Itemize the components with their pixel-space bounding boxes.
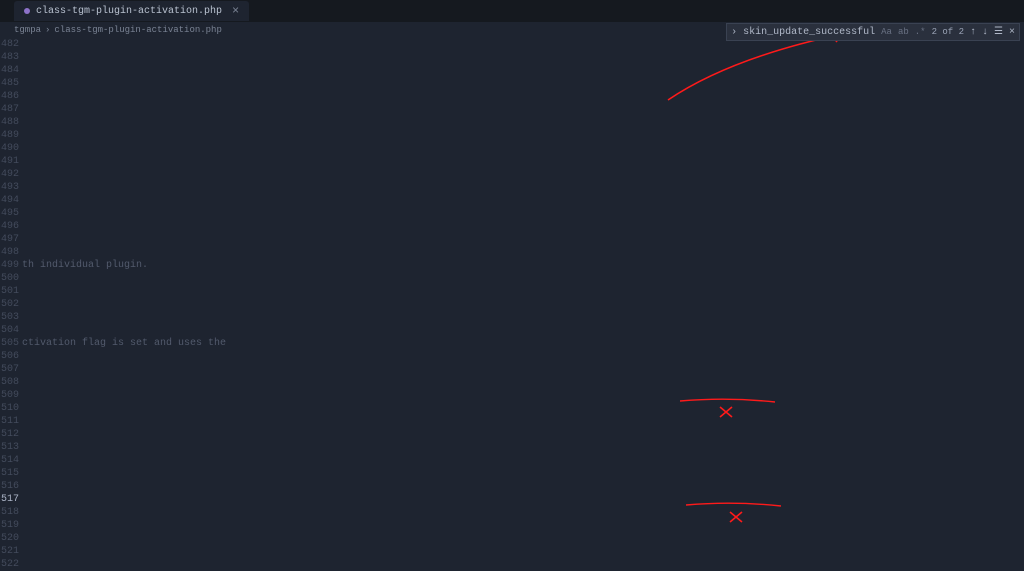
find-in-selection-icon[interactable]: ☰ [994, 26, 1003, 38]
close-icon[interactable]: × [232, 4, 239, 18]
match-word-toggle[interactable]: ab [898, 27, 909, 37]
close-icon[interactable]: × [1009, 27, 1015, 38]
modified-dot-icon [24, 8, 30, 14]
regex-toggle[interactable]: .* [915, 27, 926, 37]
find-widget[interactable]: › skin_update_successful Aa ab .* 2 of 2… [726, 23, 1020, 41]
tab-bar: class-tgm-plugin-activation.php × [0, 0, 1024, 22]
breadcrumb-folder[interactable]: tgmpa [14, 25, 41, 35]
breadcrumb-file[interactable]: class-tgm-plugin-activation.php [54, 25, 221, 35]
chevron-right-icon: › [45, 25, 50, 35]
chevron-right-icon[interactable]: › [731, 27, 737, 38]
code-text: th individual plugin. [22, 259, 148, 272]
code-text: ctivation flag is set and uses the [22, 337, 226, 350]
match-case-toggle[interactable]: Aa [881, 27, 892, 37]
arrow-up-icon[interactable]: ↑ [970, 27, 976, 38]
find-input[interactable]: skin_update_successful [743, 27, 875, 38]
code-area[interactable]: th individual plugin. ctivation flag is … [22, 38, 1024, 568]
tab-filename: class-tgm-plugin-activation.php [36, 6, 222, 17]
editor-tab[interactable]: class-tgm-plugin-activation.php × [14, 1, 249, 21]
arrow-down-icon[interactable]: ↓ [982, 27, 988, 38]
find-result-count: 2 of 2 [932, 27, 964, 37]
line-number-gutter: 4824834844854864874884894904914924934944… [0, 38, 22, 568]
code-editor[interactable]: 4824834844854864874884894904914924934944… [0, 38, 1024, 568]
